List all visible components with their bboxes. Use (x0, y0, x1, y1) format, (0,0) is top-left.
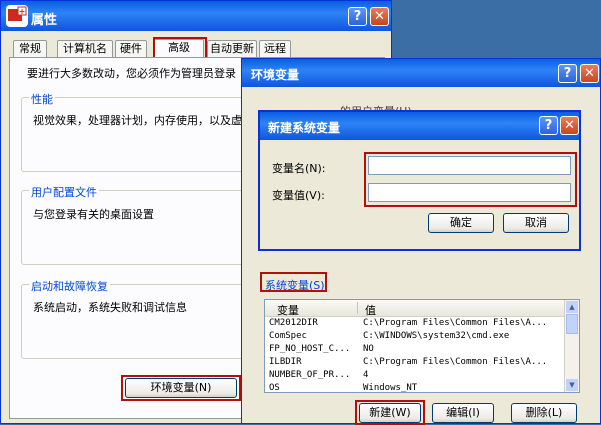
delete-variable-button[interactable]: 删除(L) (511, 403, 577, 423)
new-system-variable-dialog: 新建系统变量 ? ✕ 变量名(N): 变量值(V): 确定 取消 (258, 110, 581, 251)
user-profile-group (21, 190, 251, 265)
props-titlebar[interactable]: + 属性 ? ✕ (1, 1, 391, 31)
row-name: CM2012DIR (269, 318, 318, 328)
user-profile-legend: 用户配置文件 (29, 184, 99, 200)
props-title: 属性 (31, 13, 58, 28)
scroll-down-arrow-icon[interactable]: ▼ (566, 379, 578, 391)
system-vars-highlight (260, 272, 327, 292)
scroll-thumb[interactable] (566, 314, 578, 334)
row-value: C:\WINDOWS\system32\cmd.exe (363, 331, 510, 341)
tab-computer-name[interactable]: 计算机名 (57, 40, 113, 58)
variable-name-label: 变量名(N): (272, 162, 326, 175)
row-name: ComSpec (269, 331, 307, 341)
row-name: NUMBER_OF_PR... (269, 370, 351, 380)
vertical-scrollbar[interactable]: ▲ ▼ (564, 300, 579, 392)
env-title: 环境变量 (251, 68, 300, 82)
variable-value-label: 变量值(V): (272, 189, 325, 202)
edit-variable-button[interactable]: 编辑(I) (432, 403, 494, 423)
scroll-up-arrow-icon[interactable]: ▲ (566, 301, 578, 313)
row-value: C:\Program Files\Common Files\A... (363, 318, 548, 328)
dialog-title: 新建系统变量 (268, 121, 341, 135)
tab-auto-update[interactable]: 自动更新 (207, 40, 257, 58)
performance-desc: 视觉效果，处理器计划，内存使用，以及虚 (33, 114, 242, 127)
startup-group (21, 284, 251, 359)
ok-button[interactable]: 确定 (428, 213, 494, 233)
row-value: NO (363, 344, 374, 354)
startup-desc: 系统启动，系统失败和调试信息 (33, 301, 187, 314)
new-button-highlight (355, 400, 425, 425)
env-help-button[interactable]: ? (558, 64, 577, 83)
props-close-button[interactable]: ✕ (370, 7, 389, 26)
table-row[interactable]: ILBDIR C:\Program Files\Common Files\A..… (265, 356, 565, 369)
row-value: Windows_NT (363, 383, 418, 393)
system-properties-icon: + (6, 5, 28, 27)
col-divider (357, 302, 358, 314)
table-row[interactable]: NUMBER_OF_PR... 4 (265, 369, 565, 382)
props-help-button[interactable]: ? (348, 7, 367, 26)
dialog-help-button[interactable]: ? (539, 116, 558, 135)
advanced-tab-highlight (153, 37, 207, 59)
env-close-button[interactable]: ✕ (580, 64, 599, 83)
tab-remote[interactable]: 远程 (259, 40, 291, 58)
inputs-highlight (364, 152, 577, 207)
svg-text:+: + (19, 7, 26, 16)
row-name: FP_NO_HOST_C... (269, 344, 351, 354)
admin-note: 要进行大多数改动，您必须作为管理员登录 (27, 67, 236, 80)
row-value: 4 (363, 370, 369, 380)
row-name: OS (269, 383, 280, 393)
table-row[interactable]: FP_NO_HOST_C... NO (265, 343, 565, 356)
table-row[interactable]: ComSpec C:\WINDOWS\system32\cmd.exe (265, 330, 565, 343)
cancel-button[interactable]: 取消 (503, 213, 569, 233)
dialog-close-button[interactable]: ✕ (560, 116, 579, 135)
env-titlebar[interactable]: 环境变量 ? ✕ (242, 59, 600, 87)
row-name: ILBDIR (269, 357, 302, 367)
table-row[interactable]: CM2012DIR C:\Program Files\Common Files\… (265, 317, 565, 330)
row-value: C:\Program Files\Common Files\A... (363, 357, 548, 367)
user-profile-desc: 与您登录有关的桌面设置 (33, 208, 154, 221)
col-value-header[interactable]: 值 (365, 302, 376, 318)
startup-legend: 启动和故障恢复 (29, 278, 110, 294)
tab-hardware[interactable]: 硬件 (115, 40, 147, 58)
col-variable-header[interactable]: 变量 (277, 302, 299, 318)
dialog-titlebar[interactable]: 新建系统变量 ? ✕ (260, 112, 579, 140)
performance-group (21, 97, 251, 172)
tab-general[interactable]: 常规 (13, 40, 47, 58)
system-vars-table[interactable]: 变量 值 CM2012DIR C:\Program Files\Common F… (264, 299, 580, 393)
performance-legend: 性能 (29, 91, 55, 107)
table-row[interactable]: OS Windows_NT (265, 382, 565, 393)
env-button-highlight (121, 375, 241, 401)
table-header: 变量 值 (265, 300, 565, 317)
